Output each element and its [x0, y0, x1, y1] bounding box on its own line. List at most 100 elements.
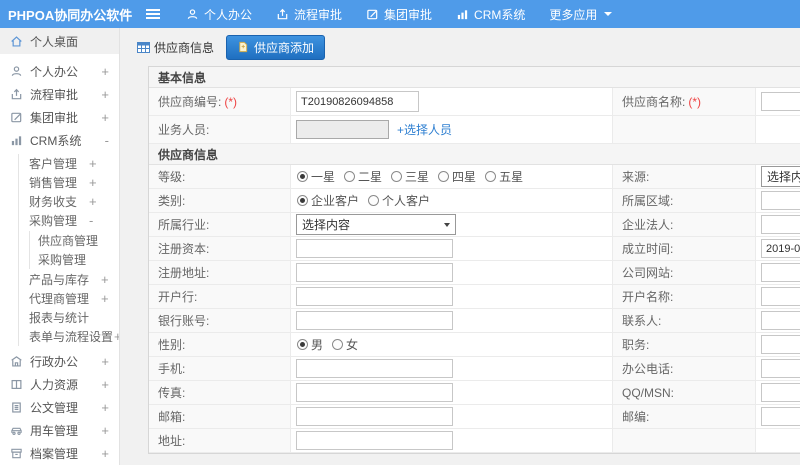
radio-individual-customer[interactable]	[368, 195, 380, 206]
expand-icon[interactable]: +	[101, 446, 109, 461]
sidebar-item-finance[interactable]: 财务收支 +	[19, 192, 119, 211]
expand-icon[interactable]: +	[101, 377, 109, 392]
expand-icon[interactable]: +	[101, 291, 109, 306]
radio-level-5star[interactable]	[485, 171, 497, 182]
account-no-label: 银行账号:	[158, 314, 210, 328]
bar-chart-icon	[457, 9, 468, 19]
expand-icon[interactable]: +	[89, 156, 97, 171]
book-icon	[11, 379, 22, 390]
radio-level-4star[interactable]	[438, 171, 450, 182]
sidebar-item-purchase-mgmt[interactable]: 采购管理 -	[19, 211, 119, 230]
supplier-code-input[interactable]	[296, 91, 419, 112]
radio-enterprise-customer[interactable]	[297, 195, 308, 206]
website-input[interactable]	[761, 263, 800, 282]
sidebar-item-personal-desktop[interactable]: 个人桌面	[0, 28, 119, 54]
field-label-cell: 公司网站:	[613, 261, 756, 284]
expand-icon[interactable]: +	[101, 110, 109, 125]
field-label-cell: 来源:	[613, 165, 756, 188]
reg-address-label: 注册地址:	[158, 266, 210, 280]
user-icon	[187, 8, 198, 19]
required-mark: (*)	[688, 94, 702, 109]
expand-icon[interactable]: +	[101, 272, 109, 287]
mobile-input[interactable]	[296, 359, 453, 378]
select-staff-link[interactable]: +选择人员	[397, 121, 452, 138]
sidebar-item-group-approval[interactable]: 集团审批 +	[0, 106, 119, 129]
staff-input[interactable]	[296, 120, 389, 139]
position-input[interactable]	[761, 335, 800, 354]
form-row: 业务人员: +选择人员	[149, 116, 800, 144]
sidebar-item-admin-office[interactable]: 行政办公 +	[0, 350, 119, 373]
contact-input[interactable]	[761, 311, 800, 330]
region-input[interactable]	[761, 191, 800, 210]
email-input[interactable]	[296, 407, 453, 426]
capital-input[interactable]	[296, 239, 453, 258]
office-phone-input[interactable]	[761, 359, 800, 378]
sidebar-item-human-resources[interactable]: 人力资源 +	[0, 373, 119, 396]
radio-level-3star[interactable]	[391, 171, 403, 182]
expand-icon[interactable]: +	[101, 64, 109, 79]
radio-male[interactable]	[297, 339, 308, 350]
nav-workflow-approval[interactable]: 流程审批	[276, 6, 342, 23]
field-label-cell: QQ/MSN:	[613, 381, 756, 404]
radio-level-2star[interactable]	[344, 171, 356, 182]
sidebar-item-reports-stats[interactable]: 报表与统计	[19, 308, 119, 327]
supplier-name-input[interactable]	[761, 92, 800, 111]
field-label-cell: 注册地址:	[149, 261, 291, 284]
qq-msn-input[interactable]	[761, 383, 800, 402]
website-label: 公司网站:	[622, 266, 674, 280]
legal-person-input[interactable]	[761, 215, 800, 234]
field-label-cell: 供应商名称: (*)	[613, 88, 756, 115]
address-input[interactable]	[296, 431, 453, 450]
collapse-icon[interactable]: -	[105, 133, 109, 148]
reg-address-input[interactable]	[296, 263, 453, 282]
email-label: 邮箱:	[158, 410, 186, 424]
sidebar-item-personal-office[interactable]: 个人办公 +	[0, 60, 119, 83]
top-nav: 个人办公 流程审批 集团审批 CRM系统 更多应用	[186, 6, 613, 23]
tab-supplier-add[interactable]: 供应商添加	[226, 34, 326, 60]
sidebar-item-workflow-approval[interactable]: 流程审批 +	[0, 83, 119, 106]
chevron-down-icon	[444, 222, 450, 227]
expand-icon[interactable]: +	[101, 87, 109, 102]
sidebar-item-customer-mgmt[interactable]: 客户管理 +	[19, 154, 119, 173]
fax-input[interactable]	[296, 383, 453, 402]
expand-icon[interactable]: +	[101, 423, 109, 438]
source-select[interactable]: 选择内容	[761, 166, 800, 187]
sidebar-item-agent-mgmt[interactable]: 代理商管理 +	[19, 289, 119, 308]
bank-input[interactable]	[296, 287, 453, 306]
industry-select[interactable]: 选择内容	[296, 214, 456, 235]
account-name-input[interactable]	[761, 287, 800, 306]
sidebar-item-crm-system[interactable]: CRM系统 -	[0, 129, 119, 152]
sidebar-item-form-workflow-settings[interactable]: 表单与流程设置+	[19, 327, 119, 346]
radio-level-1star[interactable]	[297, 171, 308, 182]
tab-supplier-info[interactable]: 供应商信息	[133, 36, 218, 59]
supplier-code-label: 供应商编号:	[158, 95, 222, 109]
established-input[interactable]	[761, 239, 800, 258]
sidebar-item-vehicle-mgmt[interactable]: 用车管理 +	[0, 419, 119, 442]
user-icon	[11, 66, 22, 76]
collapse-icon[interactable]: -	[89, 213, 93, 228]
expand-icon[interactable]: +	[101, 354, 109, 369]
nav-personal-office[interactable]: 个人办公	[186, 6, 252, 23]
nav-more-apps[interactable]: 更多应用	[549, 6, 613, 23]
account-no-input[interactable]	[296, 311, 453, 330]
nav-group-approval[interactable]: 集团审批	[366, 6, 432, 23]
field-label-cell: 性别:	[149, 333, 291, 356]
sidebar-item-purchasing[interactable]: 采购管理	[30, 250, 119, 269]
sidebar-item-products-inventory[interactable]: 产品与库存 +	[19, 270, 119, 289]
radio-female[interactable]	[332, 339, 344, 350]
app-logo: PHPOA协同办公软件	[8, 7, 133, 23]
sidebar-item-archive-mgmt[interactable]: 档案管理 +	[0, 442, 119, 465]
expand-icon[interactable]: +	[89, 194, 97, 209]
form-row: 传真: QQ/MSN:	[149, 381, 800, 405]
zip-input[interactable]	[761, 407, 800, 426]
sidebar-item-document-mgmt[interactable]: 公文管理 +	[0, 396, 119, 419]
workflow-icon	[277, 8, 288, 19]
sidebar-item-supplier-mgmt[interactable]: 供应商管理	[30, 231, 119, 250]
expand-icon[interactable]: +	[89, 175, 97, 190]
table-icon	[137, 41, 150, 53]
sidebar-item-sales-mgmt[interactable]: 销售管理 +	[19, 173, 119, 192]
category-label: 类别:	[158, 194, 186, 208]
menu-icon[interactable]	[146, 9, 160, 19]
expand-icon[interactable]: +	[101, 400, 109, 415]
nav-crm-system[interactable]: CRM系统	[456, 6, 525, 23]
